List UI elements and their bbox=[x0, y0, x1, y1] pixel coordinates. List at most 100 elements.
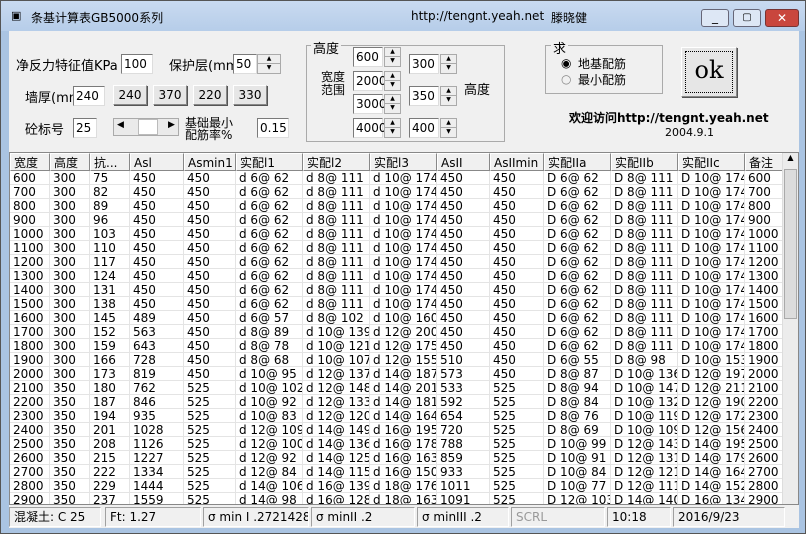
table-row[interactable]: 600 300 75 450 450 d 6@ 62 d 8@ 111 d 10@ 174 45… bbox=[10, 171, 785, 185]
wall-220-button[interactable]: 220 bbox=[193, 85, 227, 105]
table-cell: 2400 bbox=[10, 423, 50, 437]
concrete-input[interactable]: 25 bbox=[73, 118, 97, 138]
cover-spinner[interactable]: ▲ ▼ bbox=[257, 54, 281, 74]
table-row[interactable]: 900 300 96 450 450 d 6@ 62 d 8@ 111 d 10@ 174 45… bbox=[10, 213, 785, 227]
table-cell: 525 bbox=[490, 395, 544, 409]
table-cell: D 10@ 91 bbox=[544, 451, 611, 465]
concrete-scrollbar[interactable]: ◀ ▶ bbox=[113, 118, 179, 136]
table-cell: D 6@ 62 bbox=[544, 213, 611, 227]
table-cell: 2900 bbox=[745, 493, 785, 504]
column-header[interactable]: 备注 bbox=[745, 153, 785, 171]
width-input-4[interactable]: 4000 bbox=[353, 118, 387, 138]
table-cell: 300 bbox=[50, 353, 90, 367]
column-header[interactable]: AsIImin bbox=[490, 153, 544, 171]
column-header[interactable]: 宽度 bbox=[10, 153, 50, 171]
table-row[interactable]: 1100 300 110 450 450 d 6@ 62 d 8@ 111 d 10@ 174… bbox=[10, 241, 785, 255]
table-row[interactable]: 1000 300 103 450 450 d 6@ 62 d 8@ 111 d 10@ 174… bbox=[10, 227, 785, 241]
wall-240-button[interactable]: 240 bbox=[113, 85, 147, 105]
radio-foundation[interactable]: ◉ bbox=[561, 56, 571, 70]
maximize-button[interactable]: ▢ bbox=[733, 9, 761, 27]
table-row[interactable]: 1500 300 138 450 450 d 6@ 62 d 8@ 111 d 10@ 174… bbox=[10, 297, 785, 311]
table-row[interactable]: 2300 350 194 935 525 d 10@ 83 d 12@ 120 d 14@ 1… bbox=[10, 409, 785, 423]
table-cell: D 8@ 111 bbox=[611, 311, 678, 325]
table-row[interactable]: 1700 300 152 563 450 d 8@ 89 d 10@ 139 d 12@ 20… bbox=[10, 325, 785, 339]
width-spinner-2[interactable]: ▲ ▼ bbox=[384, 71, 401, 91]
wall-330-button[interactable]: 330 bbox=[233, 85, 267, 105]
close-button[interactable]: ✕ bbox=[765, 9, 799, 27]
radio-minimum-label[interactable]: 最小配筋 bbox=[578, 71, 626, 88]
height-input-2[interactable]: 350 bbox=[409, 86, 439, 106]
width-spinner-4[interactable]: ▲ ▼ bbox=[384, 118, 401, 138]
column-header[interactable]: 实配l1 bbox=[236, 153, 303, 171]
table-cell: D 12@ 211 bbox=[678, 381, 745, 395]
table-cell: 2800 bbox=[745, 479, 785, 493]
height-spinner-3[interactable]: ▲ ▼ bbox=[440, 118, 457, 138]
scroll-up-icon[interactable]: ▲ bbox=[783, 153, 798, 167]
width-spinner-3[interactable]: ▲ ▼ bbox=[384, 94, 401, 114]
table-row[interactable]: 1900 300 166 728 450 d 8@ 68 d 10@ 107 d 12@ 15… bbox=[10, 353, 785, 367]
table-row[interactable]: 700 300 82 450 450 d 6@ 62 d 8@ 111 d 10@ 174 45… bbox=[10, 185, 785, 199]
table-row[interactable]: 2400 350 201 1028 525 d 12@ 109 d 14@ 149 d 16@… bbox=[10, 423, 785, 437]
table-scrollbar[interactable]: ▲ bbox=[782, 153, 798, 504]
scroll-thumb[interactable] bbox=[138, 119, 158, 135]
radio-foundation-label[interactable]: 地基配筋 bbox=[578, 55, 626, 72]
table-cell: 2100 bbox=[745, 381, 785, 395]
width-input-3[interactable]: 3000 bbox=[353, 94, 387, 114]
minimize-button[interactable]: _ bbox=[701, 9, 729, 27]
ok-button[interactable]: ok bbox=[681, 47, 737, 97]
table-row[interactable]: 2100 350 180 762 525 d 10@ 102 d 12@ 148 d 14@ … bbox=[10, 381, 785, 395]
table-cell: 720 bbox=[437, 423, 490, 437]
table-cell: d 12@ 148 bbox=[303, 381, 370, 395]
table-row[interactable]: 2800 350 229 1444 525 d 14@ 106 d 16@ 139 d 18@… bbox=[10, 479, 785, 493]
table-cell: 300 bbox=[50, 171, 90, 185]
table-row[interactable]: 2700 350 222 1334 525 d 12@ 84 d 14@ 115 d 16@ … bbox=[10, 465, 785, 479]
scroll-thumb-vertical[interactable] bbox=[784, 169, 797, 319]
table-cell: 1600 bbox=[10, 311, 50, 325]
table-row[interactable]: 1800 300 159 643 450 d 8@ 78 d 10@ 121 d 12@ 17… bbox=[10, 339, 785, 353]
table-row[interactable]: 1600 300 145 489 450 d 6@ 57 d 8@ 102 d 10@ 160… bbox=[10, 311, 785, 325]
cover-input[interactable]: 50 bbox=[233, 54, 257, 74]
column-header[interactable]: AsII bbox=[437, 153, 490, 171]
table-cell: 450 bbox=[437, 325, 490, 339]
table-row[interactable]: 2000 300 173 819 450 d 10@ 95 d 12@ 137 d 14@ 1… bbox=[10, 367, 785, 381]
column-header[interactable]: 实配IIc bbox=[678, 153, 745, 171]
table-cell: 2600 bbox=[745, 451, 785, 465]
table-cell: 1126 bbox=[130, 437, 184, 451]
table-row[interactable]: 1400 300 131 450 450 d 6@ 62 d 8@ 111 d 10@ 174… bbox=[10, 283, 785, 297]
column-header[interactable]: 实配IIb bbox=[611, 153, 678, 171]
height-spinner-2[interactable]: ▲ ▼ bbox=[440, 86, 457, 106]
radio-minimum[interactable]: ○ bbox=[561, 72, 571, 86]
column-header[interactable]: 实配IIa bbox=[544, 153, 611, 171]
min-ratio-input[interactable]: 0.15 bbox=[257, 118, 289, 138]
results-table[interactable]: 宽度 高度 抗... Asl Asmin1 实配l1 实配l2 实配l3 AsII AsIImin… bbox=[9, 152, 799, 505]
width-input-2[interactable]: 2000 bbox=[353, 71, 387, 91]
table-cell: d 14@ 164 bbox=[370, 409, 437, 423]
column-header[interactable]: 实配l3 bbox=[370, 153, 437, 171]
table-cell: 350 bbox=[50, 381, 90, 395]
table-cell: 300 bbox=[50, 185, 90, 199]
table-row[interactable]: 1200 300 117 450 450 d 6@ 62 d 8@ 111 d 10@ 174… bbox=[10, 255, 785, 269]
wall-input[interactable]: 240 bbox=[73, 86, 105, 106]
table-cell: D 10@ 99 bbox=[544, 437, 611, 451]
column-header[interactable]: 抗... bbox=[90, 153, 130, 171]
width-input-1[interactable]: 600 bbox=[353, 47, 383, 67]
scroll-left-icon[interactable]: ◀ bbox=[117, 120, 124, 130]
table-row[interactable]: 2200 350 187 846 525 d 10@ 92 d 12@ 133 d 14@ 1… bbox=[10, 395, 785, 409]
width-spinner-1[interactable]: ▲ ▼ bbox=[384, 47, 401, 67]
column-header[interactable]: 实配l2 bbox=[303, 153, 370, 171]
scroll-right-icon[interactable]: ▶ bbox=[168, 120, 175, 130]
column-header[interactable]: Asmin1 bbox=[184, 153, 236, 171]
table-cell: 525 bbox=[490, 423, 544, 437]
height-input-3[interactable]: 400 bbox=[409, 118, 439, 138]
height-input-1[interactable]: 300 bbox=[409, 54, 439, 74]
column-header[interactable]: 高度 bbox=[50, 153, 90, 171]
table-row[interactable]: 2600 350 215 1227 525 d 12@ 92 d 14@ 125 d 16@ … bbox=[10, 451, 785, 465]
table-row[interactable]: 2900 350 237 1559 525 d 14@ 98 d 16@ 128 d 18@ … bbox=[10, 493, 785, 504]
net-reaction-input[interactable]: 100 bbox=[121, 54, 153, 74]
column-header[interactable]: Asl bbox=[130, 153, 184, 171]
table-row[interactable]: 2500 350 208 1126 525 d 12@ 100 d 14@ 136 d 16@… bbox=[10, 437, 785, 451]
wall-370-button[interactable]: 370 bbox=[153, 85, 187, 105]
table-row[interactable]: 1300 300 124 450 450 d 6@ 62 d 8@ 111 d 10@ 174… bbox=[10, 269, 785, 283]
height-spinner-1[interactable]: ▲ ▼ bbox=[440, 54, 457, 74]
table-row[interactable]: 800 300 89 450 450 d 6@ 62 d 8@ 111 d 10@ 174 45… bbox=[10, 199, 785, 213]
